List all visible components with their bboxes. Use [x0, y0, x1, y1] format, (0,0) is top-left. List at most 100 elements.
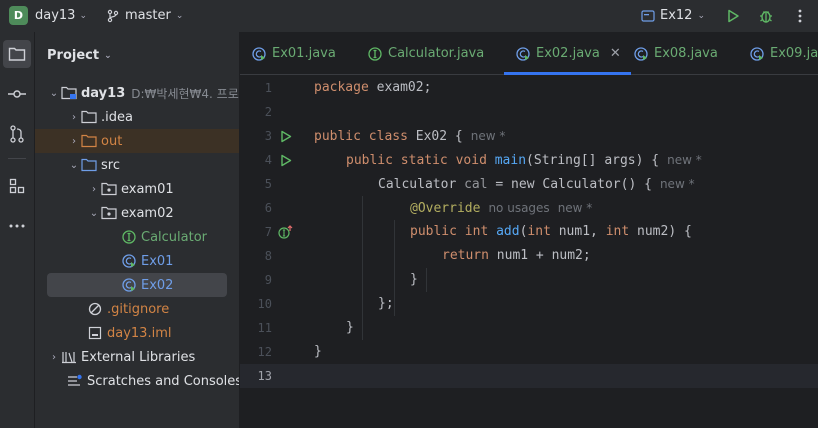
project-panel-header[interactable]: Project ⌄	[47, 48, 112, 63]
package-icon	[101, 205, 117, 221]
tree-item-day13-iml[interactable]: day13.iml	[35, 321, 239, 345]
line-number: 12	[257, 345, 272, 359]
project-panel: Project ⌄ ⌄ day13 D:₩박세현₩4. 프로 › .idea ›…	[35, 32, 240, 428]
chevron-down-icon[interactable]: ⌄	[87, 208, 101, 219]
code-line-1: package exam02;	[314, 80, 432, 95]
tree-item-gitignore[interactable]: .gitignore	[35, 297, 239, 321]
more-tools-button[interactable]	[3, 212, 31, 240]
runnable-class-icon	[750, 46, 764, 61]
code-line-5: Calculator cal = new Calculator() {new *	[378, 177, 695, 192]
commit-tool-button[interactable]	[3, 80, 31, 108]
tree-item-calculator[interactable]: Calculator	[35, 225, 239, 249]
tree-item-scratches[interactable]: Scratches and Consoles	[35, 369, 239, 393]
line-number: 10	[257, 297, 272, 311]
editor-tabs: Ex01.java Calculator.java Ex02.java ✕ Ex…	[240, 32, 818, 75]
line-number: 1	[264, 81, 272, 95]
tab-ex02[interactable]: Ex02.java ✕	[504, 32, 631, 75]
tree-item-exam02[interactable]: ⌄ exam02	[35, 201, 239, 225]
source-folder-icon	[81, 157, 97, 173]
chevron-down-icon[interactable]: ⌄	[47, 88, 61, 99]
tab-ex01[interactable]: Ex01.java	[252, 32, 336, 75]
runnable-class-icon	[121, 277, 137, 293]
pull-request-icon	[10, 125, 24, 143]
bug-icon	[760, 11, 772, 23]
chevron-right-icon[interactable]: ›	[87, 184, 101, 195]
tree-item-label: src	[101, 157, 120, 173]
chevron-right-icon[interactable]: ›	[67, 112, 81, 123]
tab-label: Calculator.java	[388, 46, 485, 61]
code-line-3: public class Ex02 {new *	[314, 129, 506, 144]
tree-item-label: External Libraries	[81, 349, 196, 365]
debug-button[interactable]	[756, 6, 776, 26]
chevron-down-icon[interactable]: ⌄	[67, 160, 81, 171]
tab-ex08[interactable]: Ex08.java	[634, 32, 718, 75]
pull-requests-tool-button[interactable]	[3, 120, 31, 148]
panel-title: Project	[47, 48, 100, 63]
code-line-8: return num1 + num2;	[442, 248, 591, 263]
project-badge[interactable]: D	[9, 6, 28, 25]
run-config-name: Ex12	[660, 8, 693, 23]
run-gutter-button[interactable]	[278, 148, 294, 172]
chevron-right-icon[interactable]: ›	[47, 352, 61, 363]
project-tool-button[interactable]	[3, 40, 31, 68]
folder-icon	[81, 109, 97, 125]
tab-ex09[interactable]: Ex09.java	[750, 32, 818, 75]
tool-window-strip	[0, 32, 35, 428]
tree-item-label: out	[101, 133, 123, 149]
code-line-6: @Override no usages new *	[410, 201, 593, 216]
line-number: 6	[264, 201, 272, 215]
tree-item-label: Calculator	[141, 229, 208, 245]
run-button[interactable]	[723, 6, 743, 26]
run-config-selector[interactable]: Ex12 ⌄	[641, 8, 705, 23]
package-icon	[101, 181, 117, 197]
excluded-folder-icon	[81, 133, 97, 149]
structure-tool-button[interactable]	[3, 172, 31, 200]
run-icon	[281, 154, 292, 166]
project-switcher[interactable]: day13 ⌄	[35, 8, 87, 23]
app-config-icon	[641, 9, 655, 22]
line-number: 9	[264, 273, 272, 287]
tree-item-day13[interactable]: ⌄ day13 D:₩박세현₩4. 프로	[35, 81, 239, 105]
tab-calculator[interactable]: Calculator.java	[368, 32, 484, 75]
chevron-down-icon: ⌄	[104, 50, 112, 61]
git-branch-icon	[107, 9, 119, 22]
library-icon	[61, 349, 77, 365]
commit-icon	[8, 90, 26, 98]
editor-gutter: 1 2 3 4 5 6 7 8 9 10 11 12 13	[240, 76, 314, 428]
tree-item-ex02[interactable]: Ex02	[47, 273, 227, 297]
code-area[interactable]: package exam02; public class Ex02 {new *…	[314, 76, 818, 428]
implements-method-marker[interactable]	[278, 220, 294, 244]
line-number: 3	[264, 129, 272, 143]
line-number: 8	[264, 249, 272, 263]
inlay-hint: new *	[557, 201, 593, 215]
inlay-hint-usages: no usages	[488, 201, 550, 215]
chevron-down-icon: ⌄	[175, 10, 184, 21]
code-line-10: };	[378, 296, 394, 311]
vcs-branch-switcher[interactable]: master ⌄	[106, 8, 183, 23]
tool-separator	[8, 158, 26, 159]
runnable-class-icon	[516, 46, 530, 61]
inlay-hint: new *	[470, 129, 506, 143]
tree-item-src[interactable]: ⌄ src	[35, 153, 239, 177]
interface-icon	[368, 46, 382, 61]
code-line-11: }	[346, 320, 354, 335]
run-icon	[728, 9, 739, 23]
close-icon[interactable]: ✕	[610, 46, 621, 61]
run-gutter-button[interactable]	[278, 124, 294, 148]
tree-item-exam01[interactable]: › exam01	[35, 177, 239, 201]
code-line-9: }	[410, 272, 418, 287]
tree-item-external-libraries[interactable]: › External Libraries	[35, 345, 239, 369]
module-path: D:₩박세현₩4. 프로	[131, 86, 239, 101]
tree-item-ex01[interactable]: Ex01	[35, 249, 239, 273]
folder-icon	[8, 47, 26, 61]
more-actions-button[interactable]	[790, 6, 810, 26]
tab-label: Ex09.java	[770, 46, 818, 61]
chevron-down-icon: ⌄	[79, 10, 88, 21]
tree-item-idea[interactable]: › .idea	[35, 105, 239, 129]
tree-item-out[interactable]: › out	[35, 129, 239, 153]
code-line-7: public int add(int num1, int num2) {	[410, 224, 692, 239]
more-vertical-icon	[798, 9, 802, 23]
chevron-right-icon[interactable]: ›	[67, 136, 81, 147]
indent-guide	[362, 196, 363, 340]
inlay-hint: new *	[667, 153, 702, 167]
